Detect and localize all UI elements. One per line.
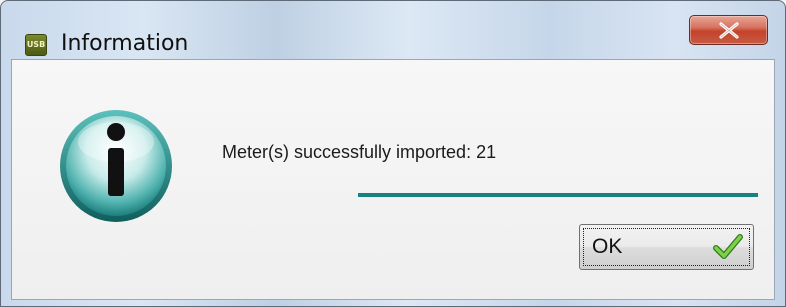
checkmark-icon xyxy=(713,234,743,259)
close-button[interactable] xyxy=(689,15,768,45)
progress-bar xyxy=(358,193,758,197)
progress-fill xyxy=(358,193,758,197)
message-text: Meter(s) successfully imported: 21 xyxy=(222,142,497,162)
close-x-icon xyxy=(719,22,739,39)
info-icon xyxy=(60,110,172,222)
title-bar[interactable]: USB Information xyxy=(1,1,785,59)
app-icon: USB xyxy=(25,34,47,56)
window-title: Information xyxy=(61,31,189,56)
dialog-content: Meter(s) successfully imported: 21 OK xyxy=(11,59,775,300)
dialog-window: USB Information Meter(s) successfully im… xyxy=(0,0,786,307)
ok-button-label: OK xyxy=(592,235,623,258)
ok-button[interactable]: OK xyxy=(579,224,754,270)
